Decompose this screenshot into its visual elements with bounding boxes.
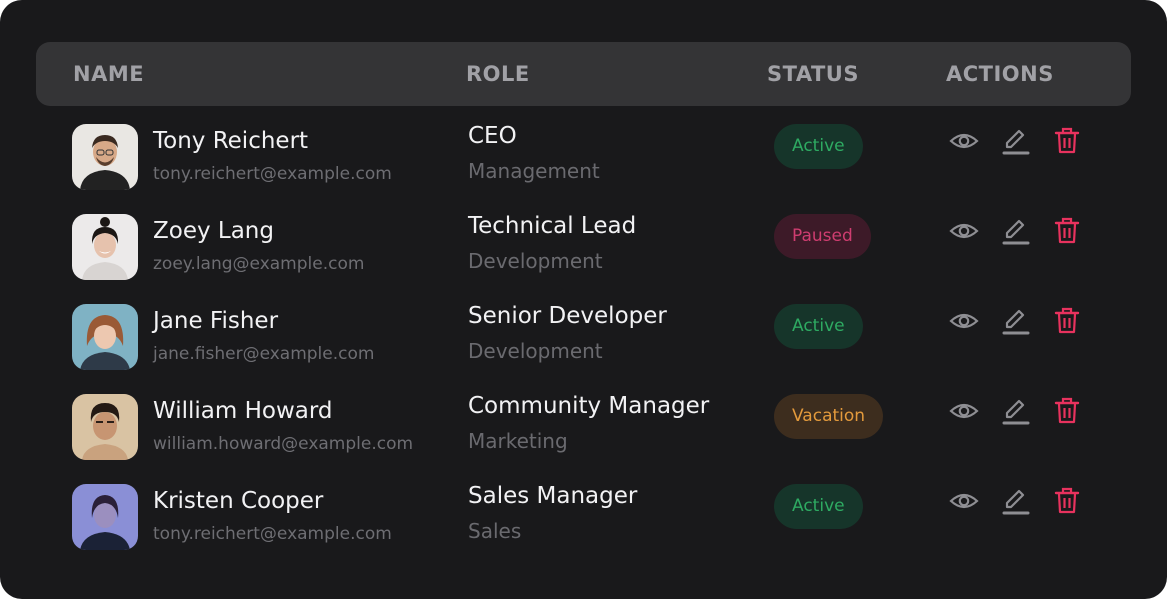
trash-icon[interactable] bbox=[1052, 486, 1082, 516]
column-header-role[interactable]: ROLE bbox=[466, 42, 530, 106]
pencil-icon[interactable] bbox=[1001, 306, 1031, 336]
status-badge: Active bbox=[774, 304, 863, 349]
user-name: Jane Fisher bbox=[153, 308, 279, 334]
role-title: Technical Lead bbox=[468, 213, 637, 239]
avatar bbox=[72, 304, 138, 370]
role-title: CEO bbox=[468, 123, 517, 149]
eye-icon[interactable] bbox=[949, 126, 979, 156]
avatar-photo bbox=[72, 484, 138, 550]
user-email: tony.reichert@example.com bbox=[153, 524, 392, 544]
avatar bbox=[72, 214, 138, 280]
user-email: william.howard@example.com bbox=[153, 434, 414, 454]
role-department: Development bbox=[468, 249, 603, 273]
user-name: Kristen Cooper bbox=[153, 488, 324, 514]
column-header-status[interactable]: STATUS bbox=[767, 42, 859, 106]
status-badge: Active bbox=[774, 124, 863, 169]
avatar-photo bbox=[72, 304, 138, 370]
pencil-icon[interactable] bbox=[1001, 126, 1031, 156]
status-badge: Active bbox=[774, 484, 863, 529]
trash-icon[interactable] bbox=[1052, 306, 1082, 336]
role-department: Management bbox=[468, 159, 600, 183]
avatar bbox=[72, 394, 138, 460]
status-badge: Paused bbox=[774, 214, 871, 259]
user-name: Tony Reichert bbox=[153, 128, 309, 154]
column-header-name[interactable]: NAME bbox=[73, 42, 144, 106]
trash-icon[interactable] bbox=[1052, 126, 1082, 156]
status-badge: Vacation bbox=[774, 394, 884, 439]
avatar bbox=[72, 484, 138, 550]
user-name: Zoey Lang bbox=[153, 218, 274, 244]
eye-icon[interactable] bbox=[949, 306, 979, 336]
pencil-icon[interactable] bbox=[1001, 486, 1031, 516]
column-header-actions: ACTIONS bbox=[946, 62, 1054, 86]
role-department: Development bbox=[468, 339, 603, 363]
table-row: Kristen Cooper tony.reichert@example.com… bbox=[0, 483, 1167, 574]
trash-icon[interactable] bbox=[1052, 396, 1082, 426]
eye-icon[interactable] bbox=[949, 396, 979, 426]
avatar-photo bbox=[72, 394, 138, 460]
trash-icon[interactable] bbox=[1052, 216, 1082, 246]
role-title: Community Manager bbox=[468, 393, 710, 419]
pencil-icon[interactable] bbox=[1001, 396, 1031, 426]
user-name: William Howard bbox=[153, 398, 333, 424]
table-row: Zoey Lang zoey.lang@example.com Technica… bbox=[0, 213, 1167, 304]
table-header: NAME ROLE STATUS ACTIONS bbox=[36, 42, 1131, 106]
eye-icon[interactable] bbox=[949, 486, 979, 516]
table-row: Tony Reichert tony.reichert@example.com … bbox=[0, 123, 1167, 214]
avatar bbox=[72, 124, 138, 190]
role-department: Sales bbox=[468, 519, 522, 543]
user-email: jane.fisher@example.com bbox=[153, 344, 375, 364]
pencil-icon[interactable] bbox=[1001, 216, 1031, 246]
avatar-photo bbox=[72, 124, 138, 190]
eye-icon[interactable] bbox=[949, 216, 979, 246]
role-department: Marketing bbox=[468, 429, 568, 453]
avatar-photo bbox=[72, 214, 138, 280]
table-row: Jane Fisher jane.fisher@example.com Seni… bbox=[0, 303, 1167, 394]
user-email: tony.reichert@example.com bbox=[153, 164, 392, 184]
role-title: Senior Developer bbox=[468, 303, 667, 329]
users-table-card: NAME ROLE STATUS ACTIONS Tony Reichert t… bbox=[0, 0, 1167, 599]
role-title: Sales Manager bbox=[468, 483, 638, 509]
user-email: zoey.lang@example.com bbox=[153, 254, 365, 274]
table-row: William Howard william.howard@example.co… bbox=[0, 393, 1167, 484]
